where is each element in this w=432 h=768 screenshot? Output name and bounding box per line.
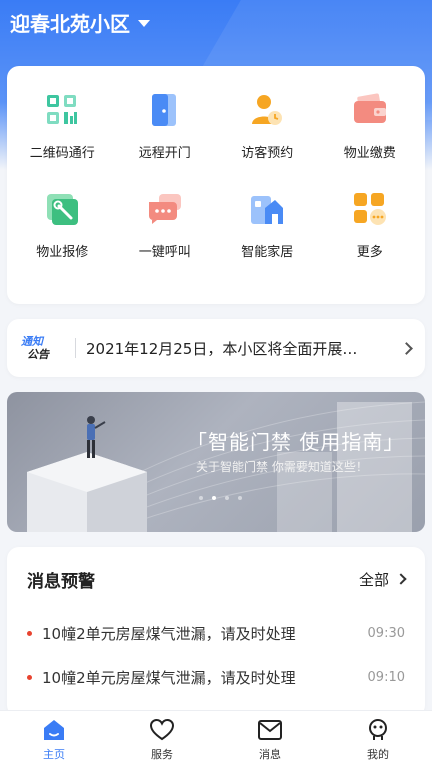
home-icon xyxy=(44,719,64,740)
more-grid-icon xyxy=(350,189,390,229)
wrench-icon xyxy=(42,189,82,229)
visitor-icon xyxy=(247,90,287,130)
action-remote-open[interactable]: 远程开门 xyxy=(114,90,217,189)
action-smart-home[interactable]: 智能家居 xyxy=(216,189,319,288)
community-selector[interactable]: 迎春北苑小区 xyxy=(10,8,150,36)
chat-icon xyxy=(145,189,185,229)
tab-home[interactable]: 主页 xyxy=(0,711,108,768)
message-text: 10幢2单元房屋煤气泄漏，请及时处理 xyxy=(42,624,296,643)
action-visitor-booking[interactable]: 访客预约 xyxy=(216,90,319,189)
tab-messages[interactable]: 消息 xyxy=(216,711,324,768)
action-qr-pass[interactable]: 二维码通行 xyxy=(11,90,114,189)
quick-actions-card: 二维码通行 远程开门 访客预约 物业缴费 物业报修 一键呼叫 智能家居 更多 xyxy=(7,66,425,304)
view-all-label: 全部 xyxy=(358,570,389,589)
notice-badge-line1: 通知 xyxy=(21,335,43,348)
chevron-right-icon xyxy=(400,341,413,355)
alert-dot-icon xyxy=(27,674,32,680)
action-label: 一键呼叫 xyxy=(138,245,191,260)
chevron-right-icon xyxy=(395,573,407,585)
message-time: 09:10 xyxy=(367,669,405,685)
alert-dot-icon xyxy=(27,630,32,636)
action-label: 二维码通行 xyxy=(29,146,95,161)
caret-down-icon xyxy=(138,19,150,27)
notice-badge: 通知 公告 xyxy=(21,335,69,361)
tab-label: 消息 xyxy=(259,747,281,761)
promo-banner[interactable]: 「智能门禁 使用指南」 关于智能门禁 你需要知道这些！ xyxy=(7,392,425,532)
message-row[interactable]: 10幢2单元房屋煤气泄漏，请及时处理 09:10 xyxy=(27,655,405,699)
action-one-click-call[interactable]: 一键呼叫 xyxy=(114,189,217,288)
carousel-dots xyxy=(199,496,242,500)
banner-subtitle: 关于智能门禁 你需要知道这些！ xyxy=(196,460,368,474)
carousel-dot[interactable] xyxy=(225,496,229,500)
action-repair[interactable]: 物业报修 xyxy=(11,189,114,288)
tab-label: 服务 xyxy=(151,747,173,761)
message-alerts-card: 消息预警 全部 10幢2单元房屋煤气泄漏，请及时处理 09:30 10幢2单元房… xyxy=(7,547,425,717)
tab-label: 我的 xyxy=(367,747,389,761)
action-property-fee[interactable]: 物业缴费 xyxy=(319,90,422,189)
smart-home-icon xyxy=(247,189,287,229)
carousel-dot[interactable] xyxy=(199,496,203,500)
tab-service[interactable]: 服务 xyxy=(108,711,216,768)
notice-badge-line2: 公告 xyxy=(27,348,49,361)
notice-bar[interactable]: 通知 公告 2021年12月25日，本小区将全面开展… xyxy=(7,319,425,377)
message-time: 09:30 xyxy=(367,625,405,641)
door-icon xyxy=(145,90,185,130)
message-header: 消息预警 全部 xyxy=(27,547,407,611)
action-label: 物业报修 xyxy=(36,245,89,260)
banner-title: 「智能门禁 使用指南」 xyxy=(187,430,405,454)
divider xyxy=(75,338,76,358)
message-text: 10幢2单元房屋煤气泄漏，请及时处理 xyxy=(42,668,296,687)
qr-code-icon xyxy=(42,90,82,130)
action-label: 访客预约 xyxy=(241,146,294,161)
notice-text: 2021年12月25日，本小区将全面开展… xyxy=(86,339,358,358)
action-more[interactable]: 更多 xyxy=(319,189,422,288)
community-name: 迎春北苑小区 xyxy=(10,11,130,36)
tab-label: 主页 xyxy=(43,747,65,761)
message-row[interactable]: 10幢2单元房屋煤气泄漏，请及时处理 09:30 xyxy=(27,611,405,655)
profile-icon xyxy=(369,718,387,740)
message-title: 消息预警 xyxy=(27,571,95,592)
tab-profile[interactable]: 我的 xyxy=(324,711,432,768)
action-label: 智能家居 xyxy=(241,245,294,260)
bottom-tab-bar: 主页 服务 消息 我的 xyxy=(0,710,432,768)
mail-icon xyxy=(258,719,282,740)
wallet-icon xyxy=(350,90,390,130)
carousel-dot[interactable] xyxy=(238,496,242,500)
action-label: 物业缴费 xyxy=(343,146,396,161)
carousel-dot-active[interactable] xyxy=(212,496,216,500)
action-label: 更多 xyxy=(356,245,383,260)
action-label: 远程开门 xyxy=(138,146,191,161)
heart-icon xyxy=(149,718,175,740)
view-all-button[interactable]: 全部 xyxy=(358,569,407,590)
